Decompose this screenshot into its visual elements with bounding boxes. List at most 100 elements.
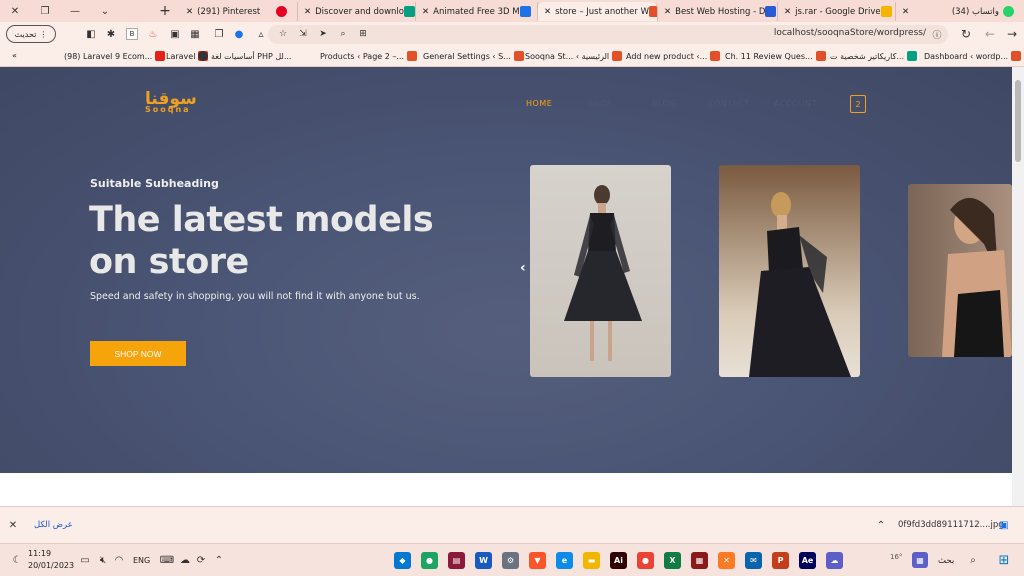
- clock-date[interactable]: 20/01/2023: [28, 561, 74, 570]
- minimize-window-icon[interactable]: —: [66, 4, 84, 18]
- search-label[interactable]: بحث: [938, 556, 954, 566]
- scrollbar-thumb[interactable]: [1015, 80, 1021, 162]
- tab-google-drive[interactable]: ✕ js.rar - Google Drive: [778, 2, 896, 21]
- volume-muted-icon[interactable]: 🔇︎: [96, 553, 110, 567]
- close-download-bar-icon[interactable]: ✕: [6, 518, 20, 532]
- bookmark-item[interactable]: Ch. 11 Review Ques...: [725, 51, 826, 61]
- nav-home[interactable]: HOME: [526, 99, 552, 108]
- extensions-icon[interactable]: ✱: [104, 27, 118, 41]
- tab-web-hosting[interactable]: ✕ Best Web Hosting - D: [658, 2, 778, 21]
- download-menu-chevron-icon[interactable]: ⌃: [874, 518, 888, 532]
- mail-icon[interactable]: ✉: [745, 552, 762, 569]
- vscode-icon[interactable]: ◆: [394, 552, 411, 569]
- chrome-icon[interactable]: ●: [421, 552, 438, 569]
- tab-close-icon[interactable]: ✕: [664, 7, 671, 17]
- install-app-icon[interactable]: ⊞: [356, 27, 370, 41]
- night-mode-icon[interactable]: ☾: [10, 553, 24, 567]
- teams-icon[interactable]: ☁: [826, 552, 843, 569]
- tab-close-icon[interactable]: ✕: [544, 7, 551, 17]
- bookmark-item[interactable]: Sooqna St... ‹ الرئيسية: [525, 51, 623, 61]
- product-image-1[interactable]: [530, 165, 671, 377]
- send-icon[interactable]: ➤: [316, 27, 330, 41]
- tab-animated-3d[interactable]: ✕ Animated Free 3D M: [416, 2, 538, 21]
- extension-grid-icon[interactable]: ▦: [188, 27, 202, 41]
- shop-now-button[interactable]: SHOP NOW: [90, 341, 186, 366]
- bookmark-item[interactable]: (98) Laravel 9 Ecom...: [64, 51, 166, 61]
- settings-icon[interactable]: ⚙: [502, 552, 519, 569]
- keyboard-icon[interactable]: ⌨: [160, 553, 174, 567]
- search-icon[interactable]: ⌕: [336, 27, 350, 41]
- site-info-icon[interactable]: ⓘ: [930, 27, 944, 41]
- rar-icon[interactable]: ▦: [691, 552, 708, 569]
- show-hidden-icons-icon[interactable]: ⌃: [212, 553, 226, 567]
- nav-contact[interactable]: CONTACT: [708, 99, 749, 108]
- winrar-icon[interactable]: ▤: [448, 552, 465, 569]
- illustrator-icon[interactable]: Ai: [610, 552, 627, 569]
- back-icon[interactable]: →: [1004, 27, 1020, 41]
- extension-circle-icon[interactable]: ●: [232, 27, 246, 41]
- brave-icon[interactable]: ▼: [529, 552, 546, 569]
- extension-triangle-icon[interactable]: ▵: [254, 27, 268, 41]
- excel-icon[interactable]: X: [664, 552, 681, 569]
- show-all-downloads-link[interactable]: عرض الكل: [34, 520, 73, 530]
- language-indicator[interactable]: ENG: [133, 556, 150, 565]
- share-icon[interactable]: ⇲: [296, 27, 310, 41]
- sync-icon[interactable]: ⟳: [194, 553, 208, 567]
- bookmark-item[interactable]: كاريكاتير شخصية ت...: [830, 51, 918, 61]
- tab-close-icon[interactable]: ✕: [186, 7, 193, 17]
- weather-temp[interactable]: 16°: [890, 553, 902, 561]
- new-tab-icon[interactable]: +: [156, 3, 174, 19]
- tab-close-icon[interactable]: ✕: [784, 7, 791, 17]
- extension-b-icon[interactable]: B: [126, 28, 138, 40]
- bookmarks-overflow-icon[interactable]: «: [12, 51, 17, 60]
- sidebar-icon[interactable]: ◧: [84, 27, 98, 41]
- flame-extension-icon[interactable]: ♨: [146, 27, 160, 41]
- bookmark-star-icon[interactable]: ☆: [276, 27, 290, 41]
- nav-blog[interactable]: BLOG: [652, 99, 676, 108]
- address-bar[interactable]: ☆ ⇲ ➤ ⌕ ⊞ localhost/sooqnaStore/wordpres…: [268, 25, 948, 44]
- bookmark-item[interactable]: أساسيات لغة PHP لل...: [198, 51, 291, 61]
- downloaded-file-name[interactable]: 0f9fd3dd89111712....jpg: [898, 520, 1004, 530]
- nav-account[interactable]: ACCOUNT: [774, 99, 817, 108]
- extension-copy-icon[interactable]: ❐: [212, 27, 226, 41]
- powerpoint-icon[interactable]: P: [772, 552, 789, 569]
- edge-icon[interactable]: e: [556, 552, 573, 569]
- battery-icon[interactable]: ▭: [78, 553, 92, 567]
- product-image-3[interactable]: [908, 184, 1012, 357]
- bookmark-item[interactable]: Products ‹ Page 2 –...: [320, 51, 417, 61]
- tab-close-icon[interactable]: ✕: [304, 7, 311, 17]
- chrome-alt-icon[interactable]: ●: [637, 552, 654, 569]
- tab-close-icon[interactable]: ✕: [422, 7, 429, 17]
- tab-whatsapp[interactable]: ✕ (34) واتساب: [896, 2, 1024, 21]
- bookmark-item[interactable]: Dashboard ‹ wordp...: [924, 51, 1022, 61]
- tab-store-active[interactable]: ✕ store – Just another W: [538, 2, 658, 21]
- clock-time[interactable]: 11:19: [28, 549, 51, 558]
- slider-prev-icon[interactable]: ‹: [520, 260, 526, 276]
- restore-window-icon[interactable]: ❐: [36, 4, 54, 18]
- bookmark-item[interactable]: Add new product ‹...: [626, 51, 721, 61]
- xampp-icon[interactable]: ✕: [718, 552, 735, 569]
- tab-discover[interactable]: ✕ Discover and downlo: [298, 2, 416, 21]
- tab-pinterest[interactable]: ✕ (291) Pinterest: [180, 2, 298, 21]
- close-window-icon[interactable]: ✕: [6, 4, 24, 18]
- bookmark-item[interactable]: General Settings ‹ S...: [423, 51, 524, 61]
- word-icon[interactable]: W: [475, 552, 492, 569]
- update-button[interactable]: تحديث ⋮: [6, 25, 56, 43]
- site-logo[interactable]: سوقنا Sooqna: [145, 89, 197, 114]
- onedrive-icon[interactable]: ☁: [178, 553, 192, 567]
- product-image-2[interactable]: [719, 165, 860, 377]
- nav-shop[interactable]: SHOP: [588, 99, 612, 108]
- reload-icon[interactable]: ↻: [958, 27, 974, 41]
- cart-button[interactable]: 2: [850, 95, 866, 113]
- tab-search-icon[interactable]: ⌄: [96, 4, 114, 18]
- forward-icon[interactable]: ←: [982, 27, 998, 41]
- extension-doc-icon[interactable]: ▣: [168, 27, 182, 41]
- tab-close-icon[interactable]: ✕: [902, 7, 909, 17]
- taskbar-search-icon[interactable]: ⌕: [966, 553, 980, 567]
- wifi-icon[interactable]: ◠: [112, 553, 126, 567]
- windows-start-icon[interactable]: ⊞: [996, 552, 1012, 568]
- widgets-icon[interactable]: ▦: [912, 552, 928, 568]
- after-effects-icon[interactable]: Ae: [799, 552, 816, 569]
- explorer-icon[interactable]: ▬: [583, 552, 600, 569]
- pinterest-icon: [276, 6, 287, 17]
